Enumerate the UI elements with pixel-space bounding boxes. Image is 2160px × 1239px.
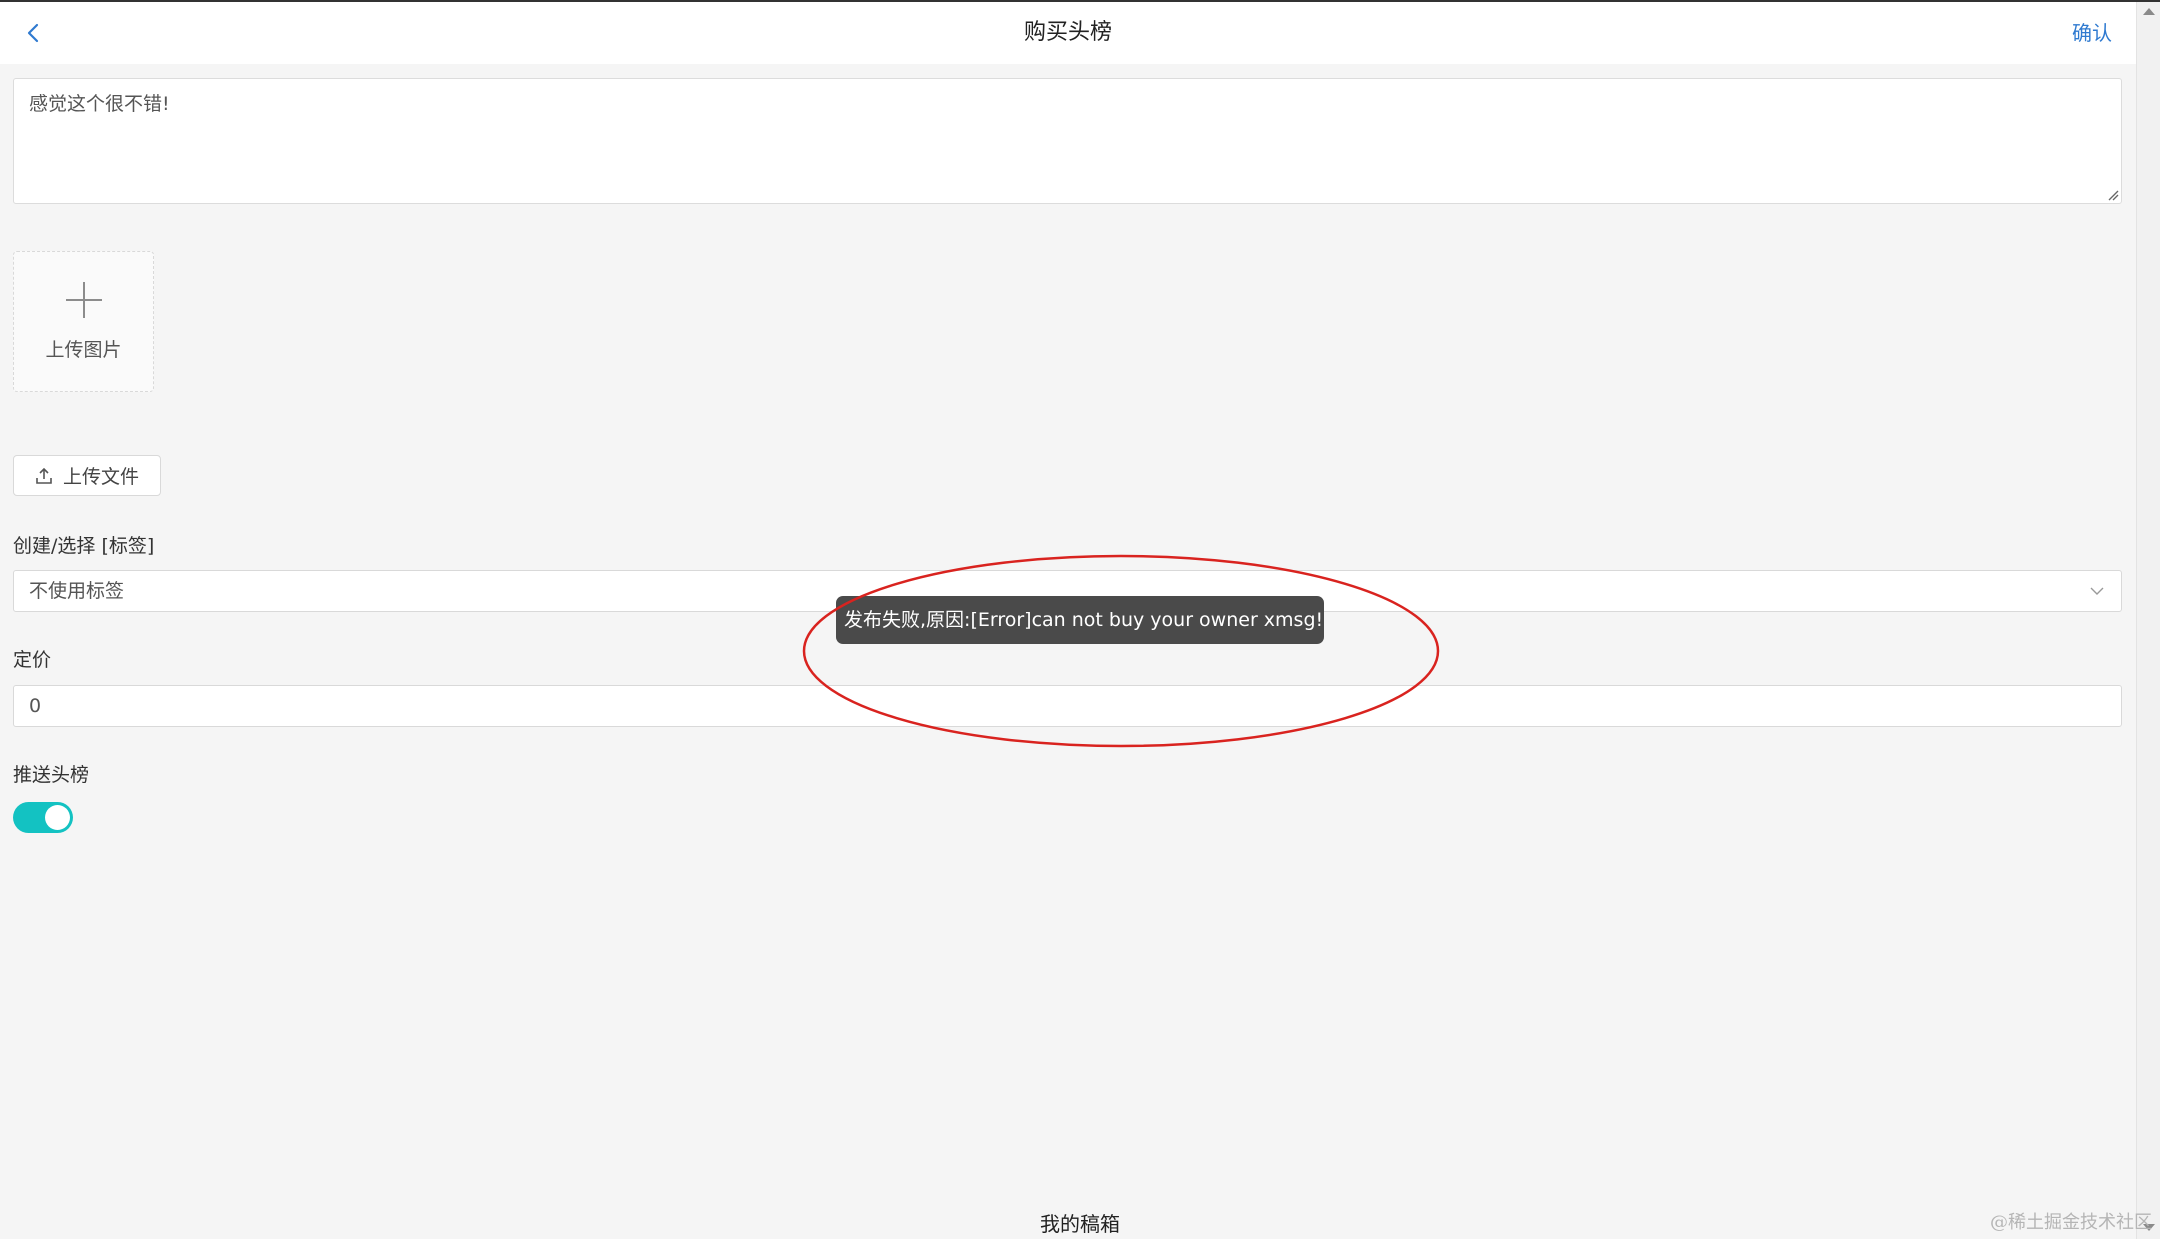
price-field-label: 定价 — [13, 649, 52, 671]
upload-image-label: 上传图片 — [45, 339, 122, 361]
upload-icon — [36, 467, 52, 484]
chevron-down-icon — [2090, 587, 2104, 595]
my-drafts-link[interactable]: 我的稿箱 — [0, 1208, 2160, 1237]
back-button[interactable] — [18, 15, 48, 51]
page-header: 购买头榜 确认 — [0, 2, 2136, 64]
chevron-left-icon — [27, 23, 39, 43]
resize-handle-icon[interactable] — [2107, 189, 2119, 201]
tag-select-value: 不使用标签 — [29, 580, 125, 602]
tag-field-label: 创建/选择 [标签] — [13, 535, 155, 557]
comment-textarea[interactable]: 感觉这个很不错! — [13, 78, 2122, 204]
push-top-toggle[interactable] — [13, 802, 73, 833]
toggle-knob — [45, 805, 70, 830]
confirm-button[interactable]: 确认 — [2072, 2, 2112, 64]
upload-file-button[interactable]: 上传文件 — [13, 455, 161, 496]
watermark-text: @稀土掘金技术社区 — [1990, 1212, 2152, 1233]
error-toast: 发布失败,原因:[Error]can not buy your owner xm… — [836, 596, 1324, 644]
scroll-up-arrow-icon[interactable] — [2143, 8, 2155, 15]
push-top-field-label: 推送头榜 — [13, 764, 90, 786]
page-title: 购买头榜 — [1023, 20, 1112, 45]
upload-image-button[interactable]: 上传图片 — [13, 251, 154, 392]
price-input[interactable] — [13, 685, 2122, 727]
plus-icon — [66, 282, 102, 318]
vertical-scrollbar[interactable] — [2136, 2, 2160, 1239]
upload-file-label: 上传文件 — [62, 466, 139, 488]
